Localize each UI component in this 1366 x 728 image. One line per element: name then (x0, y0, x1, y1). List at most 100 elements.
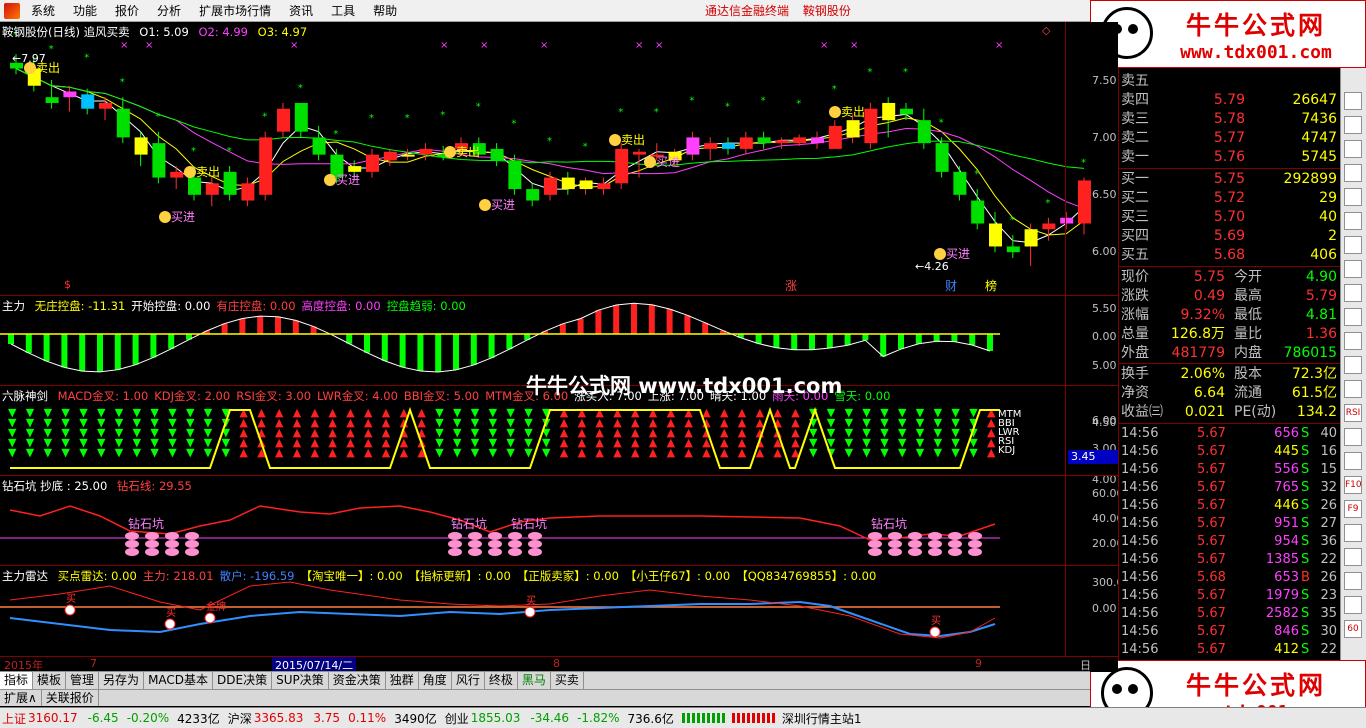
candle (223, 166, 237, 201)
side-tool-icon[interactable] (1344, 92, 1362, 110)
side-tool-icon[interactable] (1344, 380, 1362, 398)
indicator-tab[interactable]: 模板 (33, 672, 67, 689)
event-mark[interactable]: 涨 (785, 278, 797, 293)
kline-chart[interactable]: ****** ***** * ****** **** *** ******× × × × × × × × ×… (0, 22, 1118, 296)
tick-row[interactable]: 14:56 5.67 954 S 36 (1119, 533, 1341, 551)
indicator-tab[interactable]: SUP决策 (272, 672, 329, 689)
side-tool-icon[interactable]: F10 (1344, 476, 1362, 494)
tick-side: S (1301, 588, 1310, 603)
date-axis[interactable]: 2015年 7 2015/07/14/二 8 9 日 (0, 656, 1118, 673)
side-tool-icon[interactable] (1344, 284, 1362, 302)
side-tool-icon[interactable] (1344, 524, 1362, 542)
extension-tab[interactable]: 关联报价 (42, 690, 99, 706)
event-mark[interactable]: 榜 (985, 278, 997, 293)
indicator-tab[interactable]: DDE决策 (213, 672, 273, 689)
indicator-tab[interactable]: 资金决策 (329, 672, 386, 689)
menu-item[interactable]: 扩展市场行情 (190, 0, 280, 22)
menu-item[interactable]: 资讯 (280, 0, 322, 22)
liumai-arrow: ▼ (168, 446, 177, 459)
tick-row[interactable]: 14:56 5.68 653 B 26 (1119, 569, 1341, 587)
indicator-tab[interactable]: 黑马 (518, 672, 551, 689)
side-tool-icon[interactable] (1344, 188, 1362, 206)
side-tool-icon[interactable] (1344, 356, 1362, 374)
side-tool-icon[interactable] (1344, 572, 1362, 590)
side-tool-icon[interactable] (1344, 596, 1362, 614)
zhuli-bar (648, 304, 655, 334)
quote-stat-row: 现价 5.75 今开 4.90 (1119, 268, 1341, 287)
side-tool-icon[interactable] (1344, 548, 1362, 566)
side-tool-icon[interactable] (1344, 140, 1362, 158)
indicator-tab[interactable]: 独群 (386, 672, 419, 689)
menu-item[interactable]: 系统 (22, 0, 64, 22)
side-tool-icon[interactable] (1344, 308, 1362, 326)
bid-row[interactable]: 买二 5.72 29 (1119, 189, 1341, 207)
side-tool-icon[interactable]: F9 (1344, 500, 1362, 518)
indicator-tab[interactable]: MACD基本 (144, 672, 214, 689)
side-tool-icon[interactable] (1344, 212, 1362, 230)
zhuli-bar (61, 334, 68, 368)
indicator-tab[interactable]: 终极 (485, 672, 518, 689)
indicator-tab[interactable]: 买卖 (551, 672, 584, 689)
tick-volume: 765 (1274, 480, 1299, 495)
tick-row[interactable]: 14:56 5.67 446 S 26 (1119, 497, 1341, 515)
indicator-tab[interactable]: 角度 (419, 672, 452, 689)
side-tool-icon[interactable] (1344, 116, 1362, 134)
indicator-tab[interactable]: 指标 (0, 672, 34, 689)
bid-row[interactable]: 买四 5.69 2 (1119, 227, 1341, 245)
app-logo-icon[interactable] (4, 2, 20, 19)
indicator-tab[interactable]: 管理 (66, 672, 100, 689)
chart-area[interactable]: * * * * * * * * * * * * * * * * * * * * * * * * * * * * * * * × × × × × × × × ×… (0, 22, 1124, 672)
side-tool-icon[interactable]: 60 (1344, 620, 1362, 638)
tick-row[interactable]: 14:56 5.67 951 S 27 (1119, 515, 1341, 533)
tick-row[interactable]: 14:56 5.67 412 S 22 (1119, 641, 1341, 659)
server-name[interactable]: 深圳行情主站1 (782, 710, 862, 727)
side-tool-icon[interactable]: RSI (1344, 404, 1362, 422)
sh-label[interactable]: 上证 (2, 710, 26, 727)
sz-label[interactable]: 沪深 (228, 710, 252, 727)
bid-row[interactable]: 买三 5.70 40 (1119, 208, 1341, 226)
event-mark[interactable]: 财 (945, 279, 957, 293)
tick-row[interactable]: 14:56 5.67 1385 S 22 (1119, 551, 1341, 569)
indicator-tab[interactable]: 另存为 (99, 672, 145, 689)
quote-volume: 5745 (1301, 149, 1337, 165)
stock-title: 鞍钢股份 (802, 4, 851, 18)
menu-item[interactable]: 工具 (322, 0, 364, 22)
menu-item[interactable]: 报价 (106, 0, 148, 22)
side-tool-icon[interactable] (1344, 236, 1362, 254)
tick-row[interactable]: 14:56 5.67 445 S 16 (1119, 443, 1341, 461)
side-tool-icon[interactable] (1344, 332, 1362, 350)
o3-value: O3: 4.97 (257, 25, 308, 39)
tick-row[interactable]: 14:56 5.67 2582 S 35 (1119, 605, 1341, 623)
side-tool-icon[interactable] (1344, 428, 1362, 446)
signal-dot: * (369, 113, 374, 124)
extension-tab[interactable]: 扩展∧ (0, 690, 42, 706)
liumai-arrow: ▼ (435, 446, 444, 459)
side-tool-icon[interactable] (1344, 164, 1362, 182)
side-tool-icon[interactable] (1344, 452, 1362, 470)
bid-row[interactable]: 买五 5.68 406 (1119, 246, 1341, 264)
stat-value: 2.06% (1180, 366, 1225, 382)
bid-row[interactable]: 买一 5.75 292899 (1119, 170, 1341, 188)
kline-pane[interactable]: * * * * * * * * * * * * * * * * * * * * * * * * * * * * * * * × × × × × × × × ×… (0, 22, 1118, 486)
ask-row[interactable]: 卖五 (1119, 72, 1341, 90)
ask-row[interactable]: 卖三 5.78 7436 (1119, 110, 1341, 128)
app-title: 通达信金融终端 (705, 4, 790, 18)
ask-row[interactable]: 卖四 5.79 26647 (1119, 91, 1341, 109)
ask-row[interactable]: 卖二 5.77 4747 (1119, 129, 1341, 147)
side-tool-icon[interactable] (1344, 260, 1362, 278)
zuanshi-pane[interactable]: 钻石坑 钻石坑 钻石坑 钻石坑 钻石坑 抄底 : 25.00 钻石线: 29.55 6… (0, 476, 1124, 566)
ask-row[interactable]: 卖一 5.76 5745 (1119, 148, 1341, 166)
menu-item[interactable]: 帮助 (364, 0, 406, 22)
tick-row[interactable]: 14:56 5.67 1979 S 23 (1119, 587, 1341, 605)
tick-row[interactable]: 14:56 5.67 556 S 15 (1119, 461, 1341, 479)
leida-pane[interactable]: 买买金牌买买 主力雷达 买点雷达: 0.00 主力: 218.01 散户: -196… (0, 566, 1124, 656)
menu-item[interactable]: 分析 (148, 0, 190, 22)
zhuli-bar (933, 334, 940, 342)
diamond-icon[interactable]: ◇ (1042, 24, 1051, 37)
indicator-tab[interactable]: 风行 (452, 672, 485, 689)
tick-row[interactable]: 14:56 5.67 846 S 30 (1119, 623, 1341, 641)
tick-row[interactable]: 14:56 5.67 656 S 40 (1119, 425, 1341, 443)
menu-item[interactable]: 功能 (64, 0, 106, 22)
cy-label[interactable]: 创业 (445, 710, 469, 727)
tick-row[interactable]: 14:56 5.67 765 S 32 (1119, 479, 1341, 497)
